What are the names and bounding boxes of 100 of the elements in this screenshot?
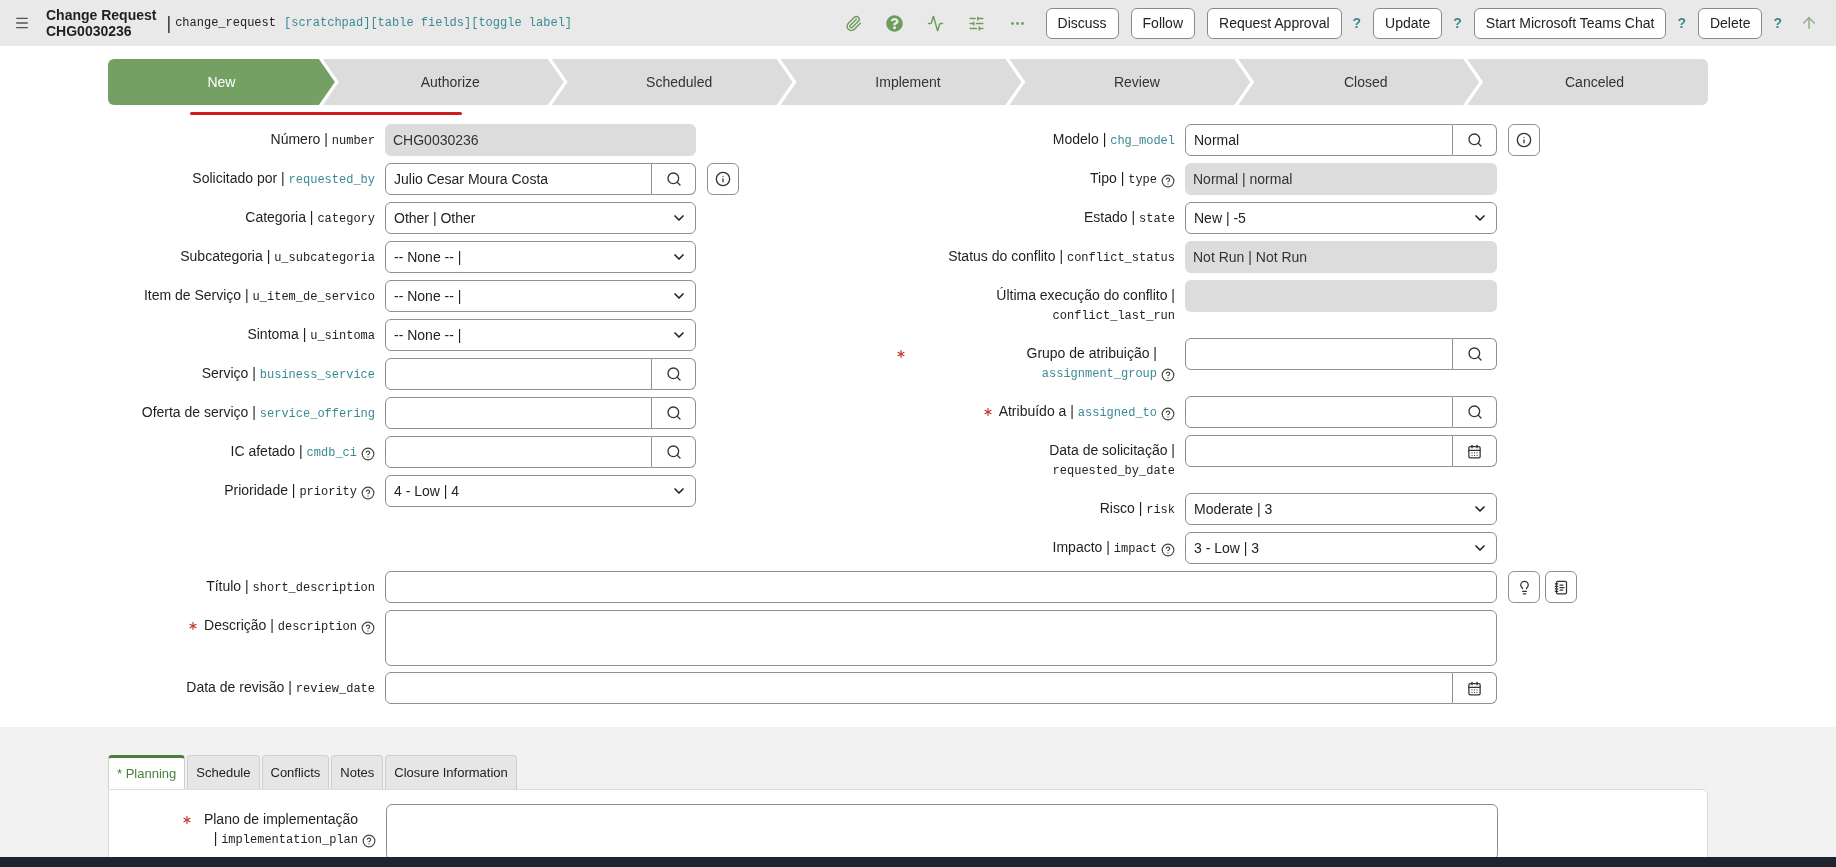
search-button[interactable] (652, 397, 696, 429)
stage-step[interactable]: Review (1009, 59, 1251, 105)
help-icon[interactable] (362, 834, 376, 848)
field-label: Impacto | impact (1052, 538, 1157, 558)
search-button[interactable] (1453, 124, 1497, 156)
select-field[interactable]: -- None -- | (385, 280, 696, 312)
search-icon (1466, 132, 1483, 148)
select-field[interactable]: Other | Other (385, 202, 696, 234)
calendar-icon (1467, 680, 1482, 696)
field-label: Modelo | chg_model (1052, 130, 1175, 150)
form-tab[interactable]: Conflicts (261, 755, 330, 789)
input-field[interactable] (385, 397, 652, 429)
notebook-icon (1553, 579, 1569, 595)
stage-step[interactable]: Canceled (1467, 59, 1708, 105)
readonly-field: Normal | normal (1185, 163, 1497, 195)
field-label: Grupo de atribuição | assignment_group (1025, 344, 1157, 383)
field-label: Solicitado por | requested_by (192, 169, 375, 189)
field-label: Data de solicitação | requested_by_date (1048, 441, 1175, 480)
header-button[interactable]: Request Approval (1207, 7, 1342, 39)
input-field[interactable] (385, 571, 1497, 603)
form-tab[interactable]: * Planning (108, 755, 186, 789)
field-label: IC afetado | cmdb_ci (230, 442, 357, 462)
help-icon[interactable] (1161, 407, 1175, 421)
help-icon[interactable] (1161, 368, 1175, 382)
help-icon[interactable] (1161, 174, 1175, 188)
field-label: Serviço | business_service (201, 364, 375, 384)
field-label: Plano de implementação | implementation_plan (202, 810, 358, 849)
input-field[interactable]: Julio Cesar Moura Costa (385, 163, 652, 195)
info-button[interactable] (707, 163, 739, 195)
field-label: Oferta de serviço | service_offering (141, 403, 375, 423)
text-area[interactable] (386, 804, 1498, 857)
info-button[interactable] (1508, 124, 1540, 156)
input-field[interactable] (385, 358, 652, 390)
form-tab[interactable]: Closure Information (385, 755, 517, 789)
stage-step[interactable]: Implement (780, 59, 1022, 105)
field-label: Prioridade | priority (224, 481, 357, 501)
search-button[interactable] (652, 358, 696, 390)
header-button[interactable]: Follow (1130, 7, 1195, 39)
search-icon (665, 366, 682, 382)
readonly-field: CHG0030236 (385, 124, 696, 156)
search-icon (665, 405, 682, 421)
form-tab[interactable]: Notes (331, 755, 384, 789)
info-icon (1516, 132, 1532, 148)
record-number: CHG0030236 (46, 23, 133, 39)
select-field[interactable]: New | -5 (1185, 202, 1497, 234)
field-label: Atribuído a | assigned_to (998, 402, 1157, 422)
select-field[interactable]: Moderate | 3 (1185, 493, 1497, 525)
search-button[interactable] (652, 163, 696, 195)
help-icon[interactable] (361, 486, 375, 500)
select-field[interactable]: 3 - Low | 3 (1185, 532, 1497, 564)
header-button[interactable]: Delete (1697, 7, 1763, 39)
separator: | (166, 12, 172, 34)
calendar-icon (1467, 443, 1482, 459)
table-name: change_request (175, 16, 276, 30)
header-button[interactable]: Discuss (1045, 7, 1119, 39)
field-label: Estado | state (1083, 208, 1175, 228)
input-field[interactable] (385, 436, 652, 468)
search-button[interactable] (1453, 338, 1497, 370)
input-field[interactable] (1185, 396, 1453, 428)
date-field[interactable] (1185, 435, 1453, 467)
help-icon[interactable] (1161, 543, 1175, 557)
header-button[interactable]: Start Microsoft Teams Chat (1473, 7, 1667, 39)
select-field[interactable]: 4 - Low | 4 (385, 475, 696, 507)
field-label: Item de Serviço | u_item_de_servico (143, 286, 375, 306)
stage-step[interactable]: Closed (1238, 59, 1480, 105)
search-icon (665, 444, 682, 460)
search-icon (1466, 346, 1483, 362)
field-label: Status do conflito | conflict_status (948, 247, 1175, 267)
calendar-button[interactable] (1453, 672, 1497, 704)
input-field[interactable] (1185, 338, 1453, 370)
search-icon (665, 171, 682, 187)
readonly-field: Not Run | Not Run (1185, 241, 1497, 273)
search-button[interactable] (652, 436, 696, 468)
header-button[interactable]: Update (1373, 7, 1443, 39)
calendar-button[interactable] (1453, 435, 1497, 467)
template-button[interactable] (1545, 571, 1577, 603)
field-label: Número | number (270, 130, 375, 150)
text-area[interactable] (385, 610, 1497, 666)
field-label: Descrição | description (204, 616, 357, 636)
field-label: Título | short_description (206, 577, 375, 597)
search-button[interactable] (1453, 396, 1497, 428)
input-field[interactable]: Normal (1185, 124, 1453, 156)
date-field[interactable] (385, 672, 1453, 704)
help-icon[interactable] (361, 447, 375, 461)
form-tab[interactable]: Schedule (187, 755, 260, 789)
stage-step[interactable]: Scheduled (551, 59, 793, 105)
help-icon[interactable] (361, 621, 375, 635)
field-label: Tipo | type (1090, 169, 1157, 189)
search-icon (1466, 404, 1483, 420)
field-label: Sintoma | u_sintoma (247, 325, 375, 345)
suggestion-button[interactable] (1508, 571, 1540, 603)
form-title: Change Request (46, 7, 157, 23)
info-icon (715, 171, 731, 187)
field-label: Data de revisão | review_date (186, 678, 375, 698)
stage-step[interactable]: Authorize (322, 59, 564, 105)
field-label: Categoria | category (245, 208, 375, 228)
field-label: Risco | risk (1099, 499, 1175, 519)
select-field[interactable]: -- None -- | (385, 319, 696, 351)
field-label: Subcategoria | u_subcategoria (180, 247, 375, 267)
select-field[interactable]: -- None -- | (385, 241, 696, 273)
